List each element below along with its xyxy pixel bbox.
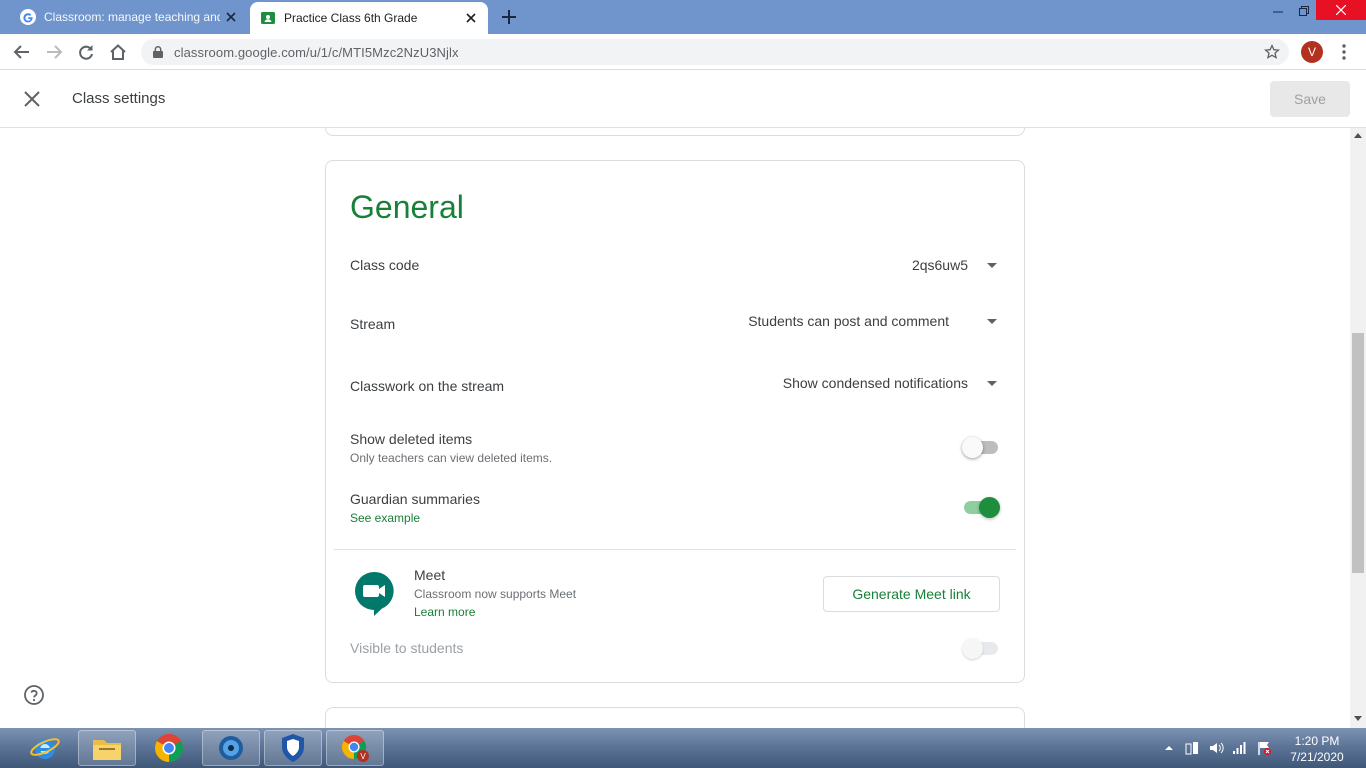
learn-more-link[interactable]: Learn more <box>414 605 475 619</box>
google-icon <box>20 9 36 25</box>
chrome-profile-taskbar-icon[interactable]: V <box>326 730 384 766</box>
bookmark-star-icon[interactable] <box>1264 44 1280 60</box>
power-icon[interactable] <box>1184 740 1200 756</box>
save-button[interactable]: Save <box>1270 81 1350 117</box>
file-explorer-icon[interactable] <box>78 730 136 766</box>
close-icon[interactable] <box>23 90 41 108</box>
guardian-summaries-toggle[interactable] <box>962 496 1000 518</box>
toggle-knob <box>962 437 983 458</box>
section-divider <box>334 549 1016 550</box>
close-tab-icon[interactable] <box>464 11 478 25</box>
class-code-label: Class code <box>350 257 420 273</box>
stream-label: Stream <box>350 316 396 332</box>
meet-description: Classroom now supports Meet <box>414 587 577 601</box>
svg-text:V: V <box>360 752 366 761</box>
new-tab-icon[interactable] <box>499 7 519 27</box>
clock-time: 1:20 PM <box>1294 734 1340 748</box>
action-center-flag-icon[interactable] <box>1256 740 1272 756</box>
settings-content: General Class code 2qs6uw5 Stream Studen… <box>0 128 1350 728</box>
home-icon[interactable] <box>108 42 128 62</box>
show-deleted-toggle[interactable] <box>962 436 1000 458</box>
dropdown-arrow-icon <box>987 263 997 268</box>
network-icon[interactable] <box>1232 740 1248 756</box>
previous-settings-card <box>325 128 1025 136</box>
close-tab-icon[interactable] <box>224 10 238 24</box>
close-window-icon[interactable] <box>1316 0 1366 20</box>
url-text: classroom.google.com/u/1/c/MTI5Mzc2NzU3N… <box>174 45 459 60</box>
visible-to-students-label: Visible to students <box>350 640 464 656</box>
profile-avatar[interactable]: V <box>1301 41 1323 63</box>
general-settings-card: General Class code 2qs6uw5 Stream Studen… <box>325 160 1025 683</box>
scrollbar-thumb[interactable] <box>1352 333 1364 573</box>
classroom-icon <box>261 12 275 24</box>
guardian-summaries-label: Guardian summaries <box>350 491 480 507</box>
more-vert-icon[interactable] <box>1336 43 1352 61</box>
windows-taskbar: V 1:20 PM 7/21/2020 <box>0 728 1366 768</box>
help-icon[interactable] <box>23 684 45 706</box>
scroll-down-arrow-icon[interactable] <box>1354 716 1362 721</box>
browser-tab-classroom-info[interactable]: Classroom: manage teaching and <box>8 0 248 34</box>
browser-tab-practice-class[interactable]: Practice Class 6th Grade <box>250 2 488 34</box>
page-scrollbar[interactable] <box>1350 128 1366 728</box>
internet-explorer-icon[interactable] <box>16 730 74 766</box>
meet-label: Meet <box>414 567 446 583</box>
classwork-stream-value: Show condensed notifications <box>782 375 968 391</box>
toggle-knob <box>962 638 983 659</box>
class-code-dropdown[interactable]: 2qs6uw5 <box>886 249 1006 281</box>
class-code-value: 2qs6uw5 <box>911 257 968 273</box>
forward-arrow-icon[interactable] <box>44 42 64 62</box>
see-example-link[interactable]: See example <box>350 511 420 525</box>
media-app-icon[interactable] <box>202 730 260 766</box>
show-deleted-description: Only teachers can view deleted items. <box>350 451 553 465</box>
lock-icon <box>153 46 163 58</box>
classwork-stream-dropdown[interactable]: Show condensed notifications <box>746 367 1006 399</box>
page-title: Class settings <box>72 90 166 107</box>
dropdown-arrow-icon <box>987 319 997 324</box>
section-title: General <box>350 189 464 225</box>
volume-icon[interactable] <box>1208 740 1224 756</box>
clock-date: 7/21/2020 <box>1290 750 1344 764</box>
reload-icon[interactable] <box>76 42 96 62</box>
mcafee-icon[interactable] <box>264 730 322 766</box>
scroll-up-arrow-icon[interactable] <box>1354 133 1362 138</box>
app-header: Class settings Save <box>0 71 1366 128</box>
meet-icon <box>355 571 394 616</box>
back-arrow-icon[interactable] <box>12 42 32 62</box>
generate-meet-link-button[interactable]: Generate Meet link <box>823 576 1000 612</box>
browser-toolbar: classroom.google.com/u/1/c/MTI5Mzc2NzU3N… <box>0 34 1366 70</box>
classwork-stream-label: Classwork on the stream <box>350 378 505 394</box>
address-bar[interactable]: classroom.google.com/u/1/c/MTI5Mzc2NzU3N… <box>141 39 1289 65</box>
tab-title: Practice Class 6th Grade <box>284 11 418 25</box>
browser-tab-strip: Classroom: manage teaching and Practice … <box>0 0 1366 34</box>
restore-window-icon[interactable] <box>1289 0 1319 22</box>
chrome-taskbar-icon[interactable] <box>140 730 198 766</box>
show-deleted-label: Show deleted items <box>350 431 473 447</box>
visible-to-students-toggle[interactable] <box>962 637 1000 659</box>
stream-dropdown[interactable]: Students can post and comment <box>726 305 1006 337</box>
system-clock[interactable]: 1:20 PM 7/21/2020 <box>1284 733 1350 765</box>
tray-expand-icon[interactable] <box>1161 740 1177 756</box>
dropdown-arrow-icon <box>987 381 997 386</box>
tab-title: Classroom: manage teaching and <box>44 10 220 24</box>
next-settings-card <box>325 707 1025 728</box>
stream-value: Students can post and comment <box>748 313 949 329</box>
toggle-knob <box>979 497 1000 518</box>
